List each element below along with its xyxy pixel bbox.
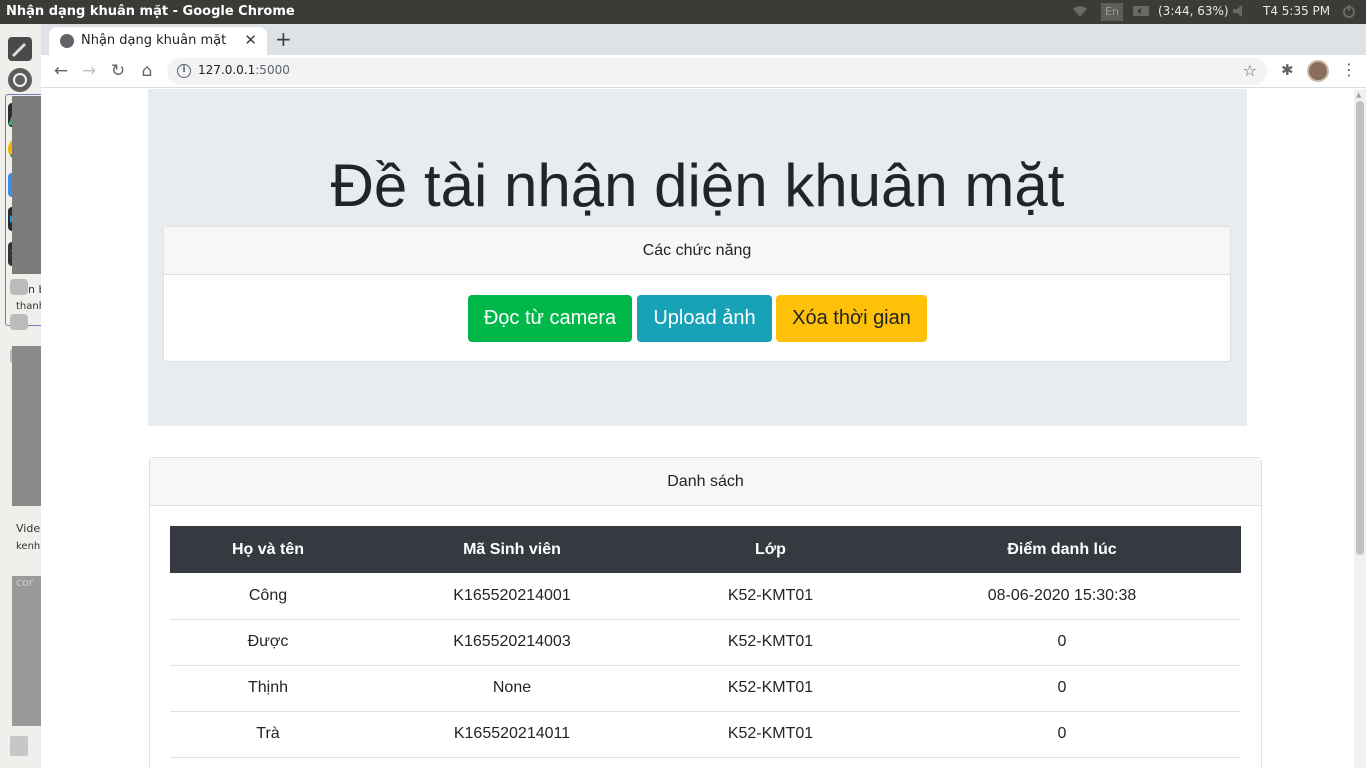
table-cell: Thịnh xyxy=(170,665,366,712)
launcher: n b thanh Vide kenh cor xyxy=(0,24,41,768)
column-header: Điểm danh lúc xyxy=(883,526,1241,573)
table-cell: 0 xyxy=(883,665,1241,712)
table-cell: None xyxy=(366,665,658,712)
rocket-icon[interactable] xyxy=(8,37,32,61)
menu-kebab-icon[interactable]: ⋮ xyxy=(1341,60,1357,79)
desktop-label-3: Vide xyxy=(16,522,41,535)
table-cell: K165520214003 xyxy=(366,619,658,666)
trash-icon[interactable] xyxy=(10,736,28,756)
page-title: Đề tài nhận diện khuân mặt xyxy=(330,152,1065,219)
table-cell: K52-KMT01 xyxy=(658,711,883,758)
functions-card-header: Các chức năng xyxy=(164,227,1230,275)
desktop-photo-strip xyxy=(12,576,41,726)
tab-strip: Nhận dạng khuân mặt ✕ + xyxy=(41,24,1366,55)
desktop-label-5: cor xyxy=(16,576,34,589)
upload-image-button[interactable]: Upload ảnh xyxy=(637,295,772,342)
table-cell: 0 xyxy=(883,711,1241,758)
volume-icon[interactable] xyxy=(1232,4,1250,21)
column-header: Họ và tên xyxy=(170,526,366,573)
clear-time-button[interactable]: Xóa thời gian xyxy=(776,295,927,342)
reload-icon[interactable]: ↻ xyxy=(108,61,128,81)
system-top-bar: Nhận dạng khuân mặt - Google Chrome En (… xyxy=(0,0,1366,24)
table-row: Trà K165520214011 K52-KMT01 0 xyxy=(170,711,1241,758)
table-cell: Trà xyxy=(170,711,366,758)
desktop-label-4: kenh xyxy=(16,541,41,552)
wifi-icon[interactable] xyxy=(1072,4,1088,21)
globe-icon xyxy=(60,34,74,48)
table-cell: K165520214011 xyxy=(366,711,658,758)
table-cell: 08-06-2020 15:30:38 xyxy=(883,573,1241,620)
scrollbar-thumb[interactable] xyxy=(1356,101,1364,555)
table-row: Công K165520214001 K52-KMT01 08-06-2020 … xyxy=(170,573,1241,620)
desktop-label-2: thanh xyxy=(16,301,41,312)
table-cell: K52-KMT01 xyxy=(658,619,883,666)
table-row: Thịnh None K52-KMT01 0 xyxy=(170,665,1241,712)
site-info-icon[interactable]: i xyxy=(177,64,191,78)
tab-title: Nhận dạng khuân mặt xyxy=(81,33,227,48)
table-cell: K52-KMT01 xyxy=(658,573,883,620)
table-header-row: Họ và tên Mã Sinh viên Lớp Điểm danh lúc xyxy=(170,526,1241,573)
table-cell: K52-KMT01 xyxy=(658,665,883,712)
column-header: Lớp xyxy=(658,526,883,573)
table-cell: 0 xyxy=(883,619,1241,666)
clock[interactable]: T4 5:35 PM xyxy=(1263,4,1330,18)
list-card-header: Danh sách xyxy=(150,458,1261,506)
window-title: Nhận dạng khuân mặt - Google Chrome xyxy=(6,4,295,19)
profile-avatar[interactable] xyxy=(1307,60,1329,82)
attendance-table: Họ và tên Mã Sinh viên Lớp Điểm danh lúc… xyxy=(170,526,1241,758)
keyboard-layout-indicator[interactable]: En xyxy=(1101,3,1123,21)
browser-toolbar: ← → ↻ ⌂ i 127.0.0.1:5000 ☆ ✱ ⋮ xyxy=(41,55,1366,88)
new-tab-icon[interactable]: + xyxy=(275,27,292,51)
bookmark-star-icon[interactable]: ☆ xyxy=(1243,61,1257,80)
tab-active[interactable]: Nhận dạng khuân mặt ✕ xyxy=(49,27,267,55)
back-icon[interactable]: ← xyxy=(51,61,71,81)
drive-icon[interactable] xyxy=(10,314,28,330)
desktop-photo-strip xyxy=(12,346,41,506)
table-cell: Được xyxy=(170,619,366,666)
close-tab-icon[interactable]: ✕ xyxy=(244,31,257,49)
list-card: Danh sách Họ và tên Mã Sinh viên Lớp Điể… xyxy=(149,457,1262,768)
url-text: 127.0.0.1:5000 xyxy=(198,63,290,77)
drive-icon[interactable] xyxy=(10,279,28,295)
settings-icon[interactable] xyxy=(8,68,32,92)
table-cell: K165520214001 xyxy=(366,573,658,620)
battery-status: (3:44, 63%) xyxy=(1158,4,1229,18)
scroll-up-icon[interactable]: ▲ xyxy=(1356,91,1361,99)
desktop-photo-strip xyxy=(12,96,41,274)
table-row: Được K165520214003 K52-KMT01 0 xyxy=(170,619,1241,666)
power-icon[interactable] xyxy=(1342,4,1356,21)
extensions-puzzle-icon[interactable]: ✱ xyxy=(1281,61,1294,79)
column-header: Mã Sinh viên xyxy=(366,526,658,573)
battery-icon[interactable] xyxy=(1133,4,1151,21)
page-viewport: Đề tài nhận diện khuân mặt Các chức năng… xyxy=(41,89,1366,768)
table-cell: Công xyxy=(170,573,366,620)
read-camera-button[interactable]: Đọc từ camera xyxy=(468,295,632,342)
page-scrollbar[interactable]: ▲ xyxy=(1354,89,1366,768)
home-icon[interactable]: ⌂ xyxy=(137,61,157,81)
forward-icon[interactable]: → xyxy=(79,61,99,81)
desktop-label-1: n b xyxy=(28,283,41,296)
address-bar[interactable]: i 127.0.0.1:5000 ☆ xyxy=(167,58,1267,85)
functions-card: Các chức năng Đọc từ camera Upload ảnh X… xyxy=(163,226,1231,362)
